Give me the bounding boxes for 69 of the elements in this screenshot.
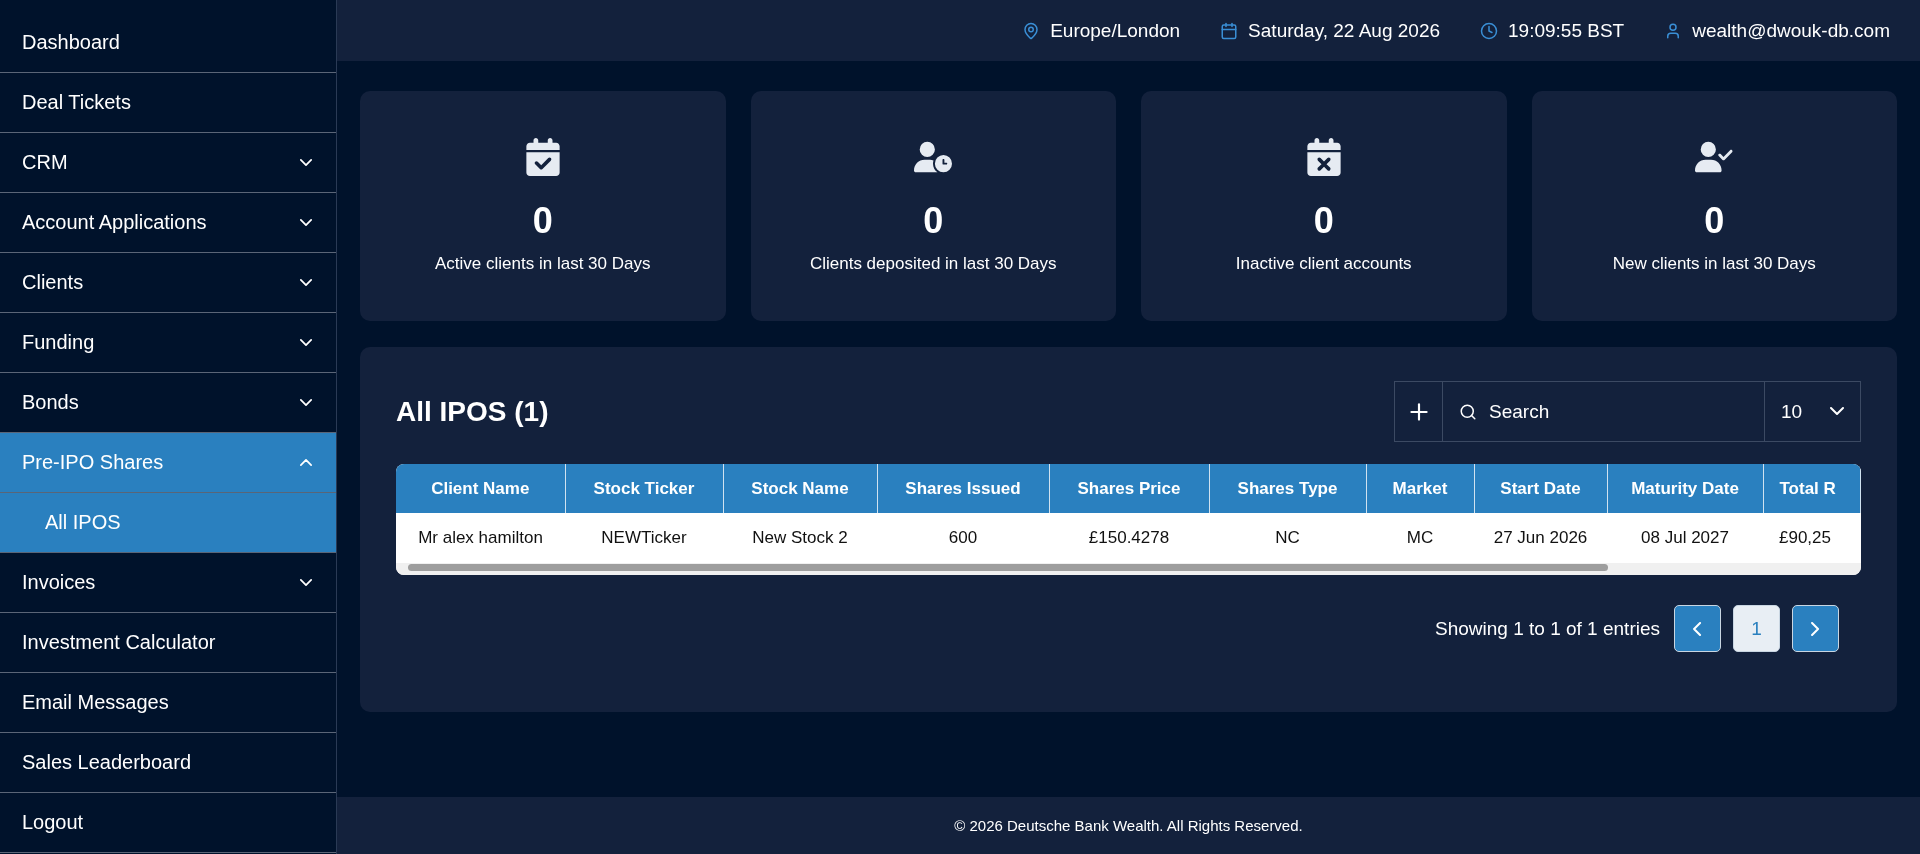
sidebar-item[interactable]: Funding <box>0 313 336 373</box>
sidebar-item[interactable]: Investment Calculator <box>0 613 336 673</box>
timezone-text: Europe/London <box>1050 19 1181 42</box>
sidebar-item[interactable]: Email Messages <box>0 673 336 733</box>
calendar-check-icon <box>523 138 562 176</box>
stat-value: 0 <box>1313 200 1334 242</box>
sidebar-item[interactable]: Logout <box>0 793 336 853</box>
chevron-down-icon <box>300 219 312 226</box>
sidebar-item[interactable]: Deal Tickets <box>0 73 336 133</box>
chevron-down-icon <box>300 579 312 586</box>
chevron-down-icon <box>300 159 312 166</box>
chevron-down-icon <box>300 339 312 346</box>
table-cell: 27 Jun 2026 <box>1474 513 1607 563</box>
column-header: Market <box>1366 464 1474 513</box>
stat-label: Active clients in last 30 Days <box>435 254 651 274</box>
map-pin-icon <box>1022 21 1041 40</box>
sidebar-item[interactable]: Sales Leaderboard <box>0 733 336 793</box>
stat-value: 0 <box>532 200 553 242</box>
table-cell: 600 <box>877 513 1049 563</box>
panel-title: All IPOS (1) <box>396 395 549 428</box>
sidebar-item[interactable]: Invoices <box>0 553 336 613</box>
column-header: Shares Price <box>1049 464 1209 513</box>
horizontal-scrollbar[interactable] <box>396 563 1861 575</box>
sidebar-item[interactable]: Pre-IPO Shares <box>0 433 336 493</box>
chevron-right-icon <box>1811 621 1820 636</box>
clock-icon <box>1480 21 1499 40</box>
time-text: 19:09:55 BST <box>1508 19 1625 42</box>
column-header: Client Name <box>396 464 565 513</box>
sidebar-item[interactable]: CRM <box>0 133 336 193</box>
calendar-icon <box>1220 21 1239 40</box>
sidebar-item[interactable]: Clients <box>0 253 336 313</box>
table-cell: MC <box>1366 513 1474 563</box>
stat-label: Inactive client accounts <box>1235 254 1412 274</box>
chevron-down-icon <box>300 399 312 406</box>
calendar-x-icon <box>1304 138 1343 176</box>
column-header: Shares Type <box>1209 464 1366 513</box>
chevron-up-icon <box>300 459 312 466</box>
chevron-left-icon <box>1693 621 1702 636</box>
next-page-button[interactable] <box>1792 605 1839 652</box>
footer-text: © 2026 Deutsche Bank Wealth. All Rights Reserved. <box>337 797 1920 854</box>
sidebar-item[interactable]: All IPOS <box>0 493 336 553</box>
chevron-down-icon <box>300 279 312 286</box>
entries-text: Showing 1 to 1 of 1 entries <box>1435 617 1660 640</box>
chevron-down-icon <box>1830 407 1844 416</box>
column-header: Stock Ticker <box>565 464 723 513</box>
table-cell: New Stock 2 <box>723 513 877 563</box>
search-field[interactable]: Search <box>1487 399 1748 424</box>
table-cell: £150.4278 <box>1049 513 1209 563</box>
page-size-select[interactable]: 10 <box>1765 382 1860 441</box>
stat-value: 0 <box>923 200 944 242</box>
user-email: wealth@dwouk-db.com <box>1692 19 1890 42</box>
stat-label: Clients deposited in last 30 Days <box>809 254 1057 274</box>
table-cell: Mr alex hamilton <box>396 513 565 563</box>
date-text: Saturday, 22 Aug 2026 <box>1248 19 1441 42</box>
column-header: Maturity Date <box>1607 464 1763 513</box>
column-header: Stock Name <box>723 464 877 513</box>
column-header: Shares Issued <box>877 464 1049 513</box>
sidebar-item[interactable]: Dashboard <box>0 13 336 73</box>
column-header: Start Date <box>1474 464 1607 513</box>
stat-label: New clients in last 30 Days <box>1612 254 1816 274</box>
table-cell: NC <box>1209 513 1366 563</box>
page-button[interactable]: 1 <box>1733 605 1780 652</box>
stat-value: 0 <box>1704 200 1725 242</box>
sidebar-item[interactable]: Account Applications <box>0 193 336 253</box>
table-cell: 08 Jul 2027 <box>1607 513 1763 563</box>
table-cell: £90,25 <box>1763 513 1860 563</box>
column-header: Total R <box>1763 464 1860 513</box>
previous-page-button[interactable] <box>1674 605 1721 652</box>
table-cell: NEWTicker <box>565 513 723 563</box>
